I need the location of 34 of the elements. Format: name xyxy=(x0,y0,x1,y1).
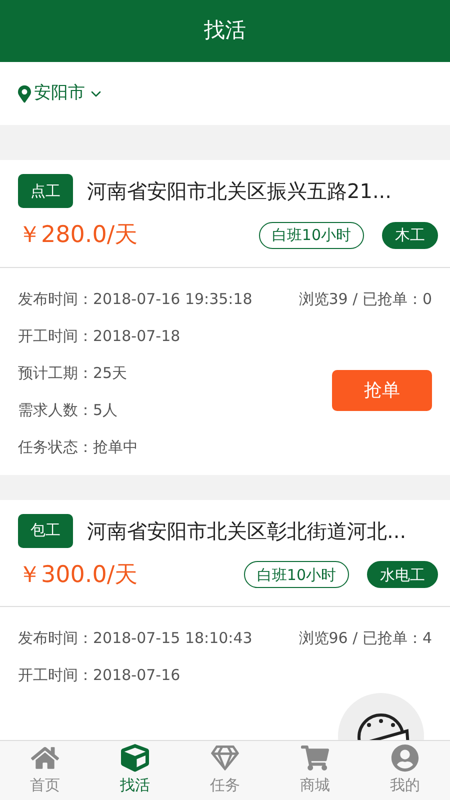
location-pin-icon xyxy=(18,84,31,102)
job-detail: 开工时间：2018-07-16 xyxy=(18,665,182,686)
job-detail: 需求人数：5人 xyxy=(18,400,119,420)
category-tag: 白班10小时 xyxy=(258,222,364,249)
job-stats: 浏览39 / 已抢单：0 xyxy=(298,288,432,310)
job-detail: 任务状态：抢单中 xyxy=(18,436,139,458)
category-tag: 水电工 xyxy=(367,561,438,588)
job-address: 河南省安阳市北关区彰北街道河北... xyxy=(87,518,406,544)
grab-order-button[interactable]: 抢单 xyxy=(332,370,432,410)
job-card[interactable]: 点工 河南省安阳市北关区振兴五路21... ￥280.0/天 白班10小时 木工 发布时间：2018-07-16 19:35:18 开工时间：2018-07-18 预计工期：25天 需求人数：5人 任务状态：抢单中 浏览39 / 已抢单：0 抢单 xyxy=(0,160,450,474)
nav-tab[interactable]: 首页 xyxy=(0,741,90,800)
nav-tab[interactable]: 找活 xyxy=(90,741,180,800)
diamond-icon xyxy=(211,744,239,772)
box-icon xyxy=(121,744,149,772)
nav-tab[interactable]: 任务 xyxy=(180,741,270,800)
job-stats: 浏览96 / 已抢单：4 xyxy=(298,628,432,649)
cart-icon xyxy=(301,744,329,772)
job-type-badge: 包工 xyxy=(18,514,73,548)
page-title: 找活 xyxy=(204,17,246,44)
city-selector[interactable]: 安阳市 xyxy=(18,80,104,106)
job-type-badge: 点工 xyxy=(18,174,73,208)
job-detail: 开工时间：2018-07-18 xyxy=(18,326,182,346)
job-detail: 发布时间：2018-07-15 18:10:43 xyxy=(18,628,254,649)
job-price: ￥300.0/天 xyxy=(18,560,139,590)
nav-tab[interactable]: 我的 xyxy=(360,741,450,800)
nav-tab[interactable]: 商城 xyxy=(270,741,360,800)
category-tag: 木工 xyxy=(382,222,438,249)
job-address: 河南省安阳市北关区振兴五路21... xyxy=(87,178,392,205)
job-detail: 预计工期：25天 xyxy=(18,362,128,384)
job-card[interactable]: 包工 河南省安阳市北关区彰北街道河北... ￥300.0/天 白班10小时 水电工 发布时间：2018-07-15 18:10:43 开工时间：2018-07-16 浏览96 / 已抢单：4 xyxy=(0,500,450,740)
category-tag: 白班10小时 xyxy=(244,561,349,588)
user-icon xyxy=(391,744,419,772)
job-detail: 发布时间：2018-07-16 19:35:18 xyxy=(18,288,254,310)
job-price: ￥280.0/天 xyxy=(18,221,139,250)
